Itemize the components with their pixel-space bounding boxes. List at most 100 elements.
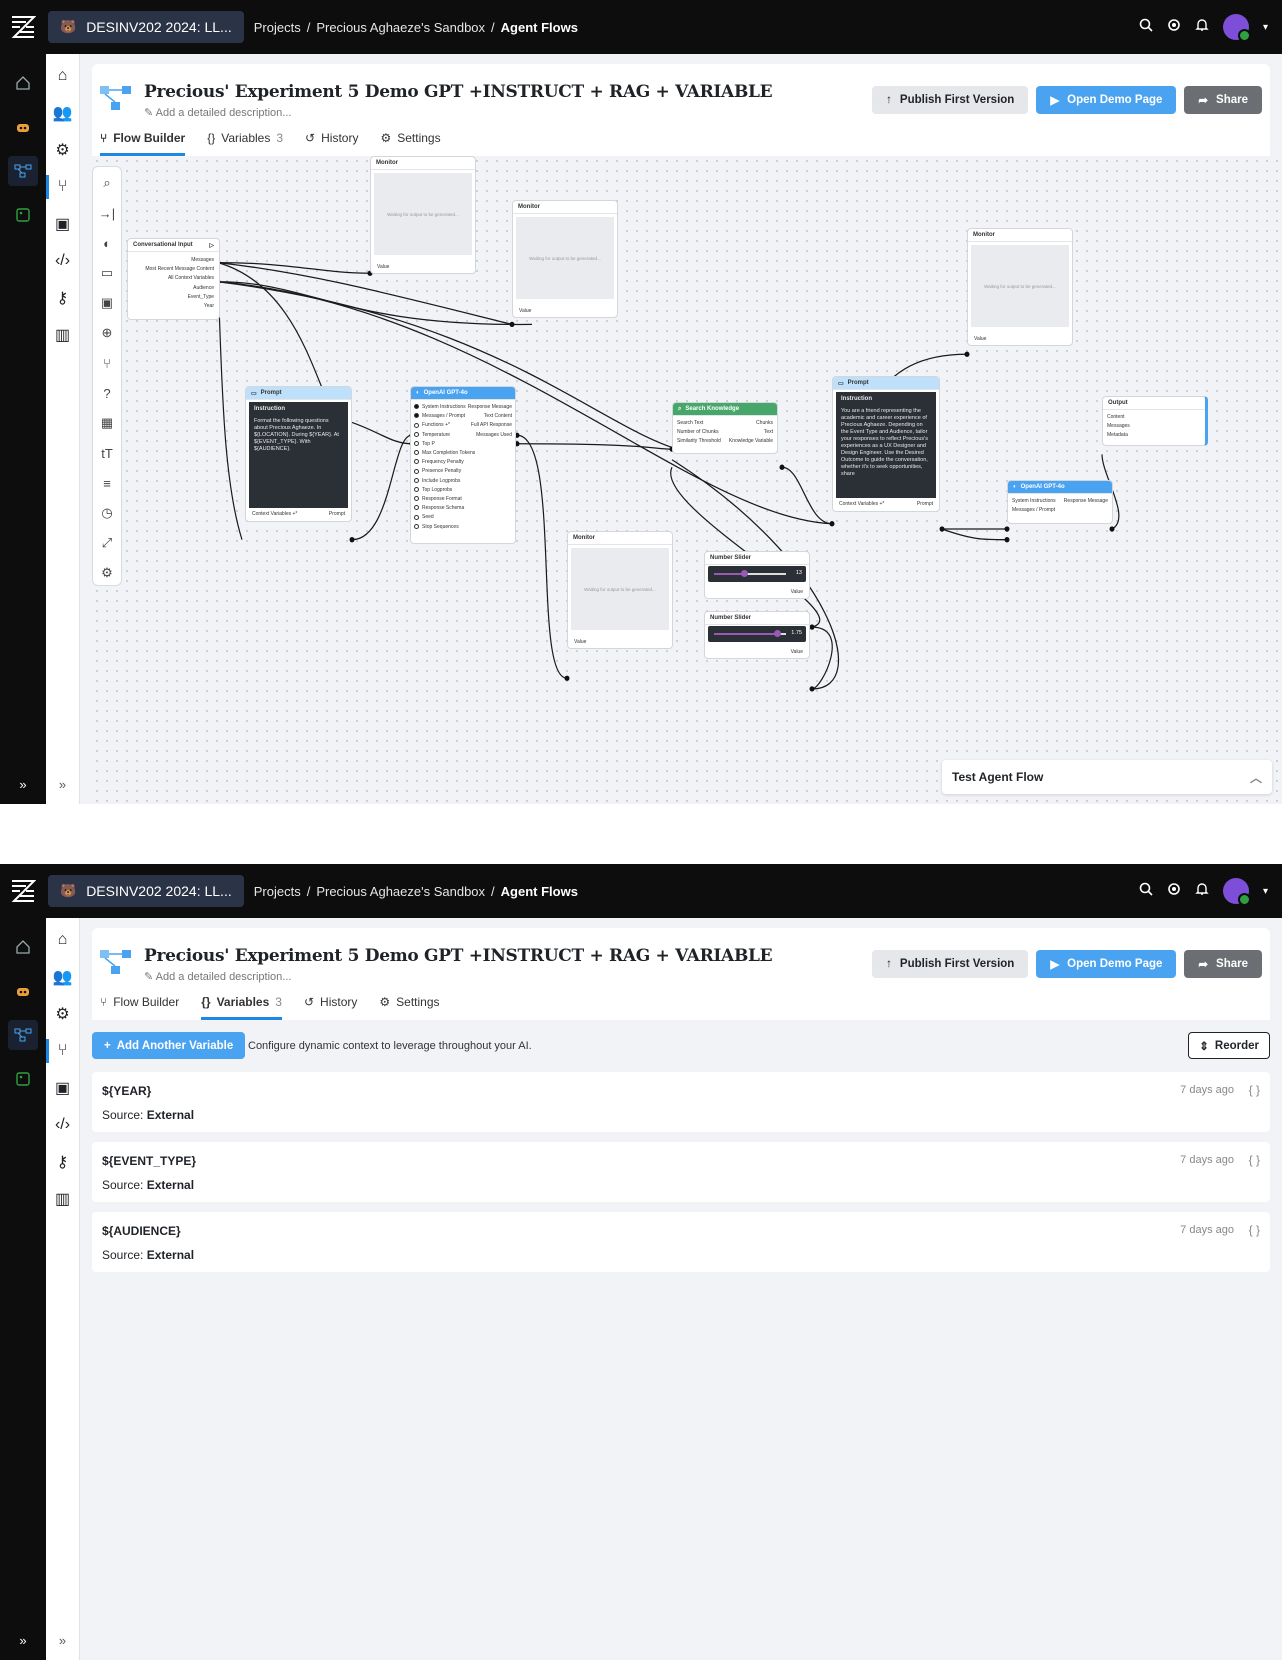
home-icon[interactable] bbox=[8, 68, 38, 98]
expand-icon[interactable]: » bbox=[59, 1633, 66, 1648]
tab-history[interactable]: ↺ History bbox=[305, 131, 358, 156]
clock-icon[interactable]: ◷ bbox=[97, 503, 117, 523]
flow-icon[interactable]: ⑂ bbox=[45, 1039, 77, 1063]
chevron-down-icon[interactable]: ▾ bbox=[1263, 22, 1268, 33]
flow-icon[interactable]: ⑂ bbox=[97, 353, 117, 373]
form-icon[interactable]: ▣ bbox=[49, 212, 77, 236]
key-icon[interactable]: ⚷ bbox=[49, 286, 77, 310]
tab-history[interactable]: ↺ History bbox=[304, 995, 357, 1020]
fullscreen-icon[interactable]: ⤢ bbox=[97, 533, 117, 553]
home-icon[interactable]: ⌂ bbox=[49, 928, 77, 952]
workspace-switcher[interactable]: 🐻 DESINV202 2024: LL... bbox=[48, 875, 244, 907]
reorder-button[interactable]: ⇕ Reorder bbox=[1188, 1032, 1270, 1059]
openai-node[interactable]: ◐ OpenAI GPT-4o System Instructions Messa… bbox=[410, 386, 516, 544]
robot-icon[interactable] bbox=[8, 976, 38, 1006]
number-slider-node[interactable]: Number Slider 13 Value bbox=[704, 551, 810, 599]
monitor-node[interactable]: Monitor Waiting for output to be generat… bbox=[567, 531, 673, 649]
instruction-editor[interactable]: Instruction You are a friend representing… bbox=[836, 392, 936, 498]
tab-variables[interactable]: {} Variables 3 bbox=[207, 131, 283, 156]
gear-icon[interactable] bbox=[1167, 882, 1181, 901]
gear-icon[interactable] bbox=[1167, 18, 1181, 37]
expand-icon[interactable]: » bbox=[19, 777, 26, 792]
input-icon[interactable]: →| bbox=[97, 203, 117, 223]
tab-settings[interactable]: ⚙ Settings bbox=[379, 995, 439, 1020]
open-demo-button[interactable]: ▶ Open Demo Page bbox=[1036, 950, 1177, 978]
description-field[interactable]: ✎ Add a detailed description... bbox=[144, 970, 291, 983]
share-button[interactable]: ➦ Share bbox=[1184, 86, 1262, 114]
search-icon[interactable] bbox=[1139, 18, 1153, 37]
slider-handle[interactable] bbox=[741, 570, 748, 577]
conversational-input-node[interactable]: Conversational Input ▷ Messages Most Rece… bbox=[127, 238, 220, 320]
play-icon[interactable]: ▷ bbox=[209, 242, 214, 249]
expand-icon[interactable]: » bbox=[59, 777, 66, 792]
flow-canvas[interactable]: ⌕ →| ◐ ▭ ▣ ⊕ ⑂ ? ▦ tT ≡ ◷ ⤢ ⚙ Conversati… bbox=[92, 156, 1282, 804]
avatar[interactable] bbox=[1222, 14, 1251, 42]
grid-icon[interactable]: ▦ bbox=[97, 413, 117, 433]
breadcrumb-projects[interactable]: Projects bbox=[254, 20, 301, 35]
form-icon[interactable]: ▣ bbox=[49, 1076, 77, 1100]
expand-icon[interactable]: » bbox=[19, 1633, 26, 1648]
image-icon[interactable] bbox=[8, 200, 38, 230]
bell-icon[interactable] bbox=[1195, 18, 1209, 37]
code-icon[interactable]: ‹/› bbox=[49, 249, 77, 273]
tab-variables[interactable]: {} Variables 3 bbox=[201, 995, 282, 1020]
chevron-up-icon[interactable]: ︿ bbox=[1250, 769, 1262, 786]
variable-card[interactable]: ${EVENT_TYPE} Source: External 7 days ag… bbox=[92, 1142, 1270, 1202]
slider-control[interactable]: 13 bbox=[708, 566, 806, 582]
bell-icon[interactable] bbox=[1195, 882, 1209, 901]
add-variable-button[interactable]: + Add Another Variable bbox=[92, 1032, 246, 1059]
tab-flow-builder[interactable]: ⑂ Flow Builder bbox=[100, 131, 186, 156]
flow-icon[interactable]: ⑂ bbox=[45, 175, 77, 199]
ai-icon[interactable]: ◐ bbox=[97, 233, 117, 253]
home-icon[interactable]: ⌂ bbox=[49, 64, 77, 88]
analytics-icon[interactable]: ▥ bbox=[49, 323, 77, 347]
logo-icon[interactable] bbox=[0, 0, 46, 54]
key-icon[interactable]: ⚷ bbox=[49, 1150, 77, 1174]
search-knowledge-node[interactable]: ⌕ Search Knowledge Search Text Number of … bbox=[672, 402, 778, 454]
chat-icon[interactable]: ▭ bbox=[97, 263, 117, 283]
flow-icon[interactable] bbox=[8, 1020, 38, 1050]
open-demo-button[interactable]: ▶ Open Demo Page bbox=[1036, 86, 1177, 114]
search-icon[interactable] bbox=[1139, 882, 1153, 901]
description-field[interactable]: ✎ Add a detailed description... bbox=[144, 106, 291, 119]
users-icon[interactable]: 👥 bbox=[49, 101, 77, 125]
breadcrumb-sandbox[interactable]: Precious Aghaeze's Sandbox bbox=[316, 884, 485, 899]
form-icon[interactable]: ▣ bbox=[97, 293, 117, 313]
monitor-node[interactable]: Monitor Waiting for output to be generat… bbox=[967, 228, 1073, 346]
publish-button[interactable]: ↑ Publish First Version bbox=[872, 950, 1029, 978]
robot-icon[interactable] bbox=[8, 112, 38, 142]
question-icon[interactable]: ? bbox=[97, 383, 117, 403]
flow-icon[interactable] bbox=[8, 156, 38, 186]
gear-icon[interactable]: ⚙ bbox=[97, 563, 117, 583]
home-icon[interactable] bbox=[8, 932, 38, 962]
text-icon[interactable]: tT bbox=[97, 443, 117, 463]
instruction-editor[interactable]: Instruction Format the following question… bbox=[249, 402, 348, 508]
openai-node[interactable]: ◐ OpenAI GPT-4o System Instructions Messa… bbox=[1007, 480, 1113, 524]
avatar[interactable] bbox=[1222, 878, 1251, 906]
code-icon[interactable]: ‹/› bbox=[49, 1113, 77, 1137]
logo-icon[interactable] bbox=[0, 864, 46, 918]
share-button[interactable]: ➦ Share bbox=[1184, 950, 1262, 978]
monitor-node[interactable]: Monitor Waiting for output to be generat… bbox=[370, 156, 476, 274]
users-icon[interactable]: 👥 bbox=[49, 965, 77, 989]
slider-control[interactable]: 1.75 bbox=[708, 626, 806, 642]
breadcrumb-sandbox[interactable]: Precious Aghaeze's Sandbox bbox=[316, 20, 485, 35]
gear-icon[interactable]: ⚙ bbox=[49, 1002, 77, 1026]
prompt-node[interactable]: ▭ Prompt Instruction You are a friend repr… bbox=[832, 376, 940, 512]
workspace-switcher[interactable]: 🐻 DESINV202 2024: LL... bbox=[48, 11, 244, 43]
variable-card[interactable]: ${AUDIENCE} Source: External 7 days ago … bbox=[92, 1212, 1270, 1272]
globe-icon[interactable]: ⊕ bbox=[97, 323, 117, 343]
number-slider-node[interactable]: Number Slider 1.75 Value bbox=[704, 611, 810, 659]
breadcrumb-projects[interactable]: Projects bbox=[254, 884, 301, 899]
image-icon[interactable] bbox=[8, 1064, 38, 1094]
tab-flow-builder[interactable]: ⑂ Flow Builder bbox=[100, 995, 179, 1020]
gear-icon[interactable]: ⚙ bbox=[49, 138, 77, 162]
monitor-node[interactable]: Monitor Waiting for output to be generat… bbox=[512, 200, 618, 318]
search-icon[interactable]: ⌕ bbox=[97, 173, 117, 193]
prompt-node[interactable]: ▭ Prompt Instruction Format the following … bbox=[245, 386, 352, 522]
variable-card[interactable]: ${YEAR} Source: External 7 days ago { } bbox=[92, 1072, 1270, 1132]
tab-settings[interactable]: ⚙ Settings bbox=[380, 131, 440, 156]
test-agent-flow-panel[interactable]: Test Agent Flow ︿ bbox=[942, 760, 1272, 794]
chevron-down-icon[interactable]: ▾ bbox=[1263, 886, 1268, 897]
publish-button[interactable]: ↑ Publish First Version bbox=[872, 86, 1029, 114]
